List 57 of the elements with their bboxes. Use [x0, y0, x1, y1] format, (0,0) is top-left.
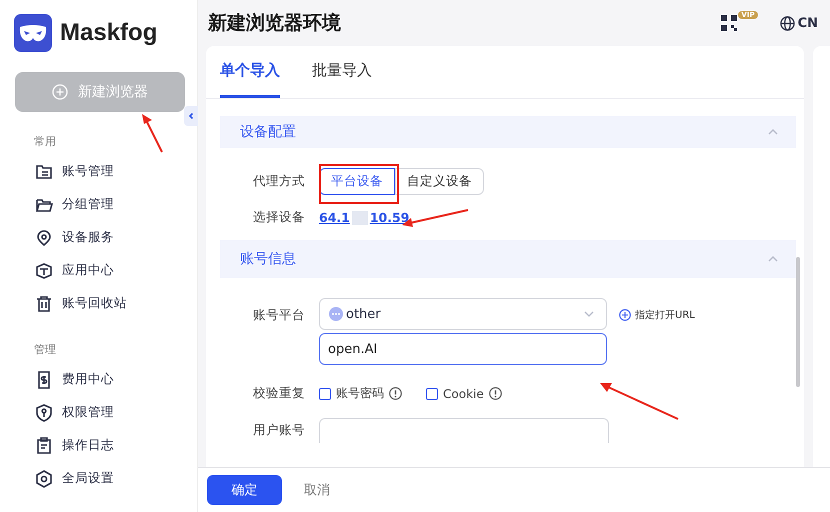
cancel-button[interactable]: 取消: [294, 475, 340, 505]
checkbox-label: Cookie: [443, 386, 484, 400]
section-header[interactable]: 设备配置: [220, 116, 796, 148]
mask-logo-icon: [14, 14, 52, 52]
field-label: 选择设备: [252, 209, 306, 226]
sidebar-item[interactable]: 账号管理: [35, 155, 197, 188]
checkbox-label: 账号密码: [336, 385, 384, 402]
dropdown-caret-icon: [584, 311, 594, 317]
sidebar-item[interactable]: 分组管理: [35, 188, 197, 221]
field-label: 校验重复: [252, 385, 306, 402]
field-label: 用户账号: [252, 422, 306, 439]
open-url-link[interactable]: 指定打开URL: [619, 308, 695, 322]
page-title: 新建浏览器环境: [208, 11, 341, 36]
platform-select[interactable]: other: [319, 298, 607, 330]
info-icon: [488, 387, 502, 400]
collapse-sidebar-button[interactable]: [184, 106, 198, 126]
device-link[interactable]: 64.1 10.59: [319, 210, 410, 225]
clipboard-icon: [35, 436, 53, 454]
section-header[interactable]: 账号信息: [220, 240, 796, 278]
shield-icon: [35, 404, 53, 422]
sidebar-section-title: 常用: [34, 134, 57, 149]
sidebar-item[interactable]: 操作日志: [35, 429, 197, 462]
hexagon-icon: [35, 470, 53, 488]
platform-name-input[interactable]: open.AI: [319, 333, 607, 365]
sidebar-item[interactable]: 费用中心: [35, 363, 197, 396]
tab[interactable]: 批量导入: [312, 46, 372, 98]
brand-name: Maskfog: [60, 19, 158, 47]
sidebar-item[interactable]: 设备服务: [35, 221, 197, 254]
sidebar-section-title: 管理: [34, 342, 57, 357]
language-button[interactable]: CN: [780, 16, 818, 30]
sidebar-item[interactable]: 应用中心: [35, 254, 197, 287]
chevron-icon: [768, 129, 778, 135]
user-account-field[interactable]: [319, 418, 609, 443]
checkbox[interactable]: [426, 388, 438, 400]
list-icon: [35, 162, 53, 180]
proxy-option[interactable]: 自定义设备: [395, 168, 484, 195]
plus-circle-icon: [619, 309, 631, 321]
receipt-icon: [35, 370, 53, 388]
location-pin-icon: [35, 228, 53, 246]
confirm-button[interactable]: 确定: [207, 475, 282, 505]
globe-icon: [780, 16, 795, 30]
info-icon: [389, 387, 402, 400]
more-dots-icon: [329, 307, 343, 321]
cube-icon: [35, 262, 53, 280]
chevron-icon: [768, 256, 778, 262]
field-label: 代理方式: [252, 173, 306, 190]
field-label: 账号平台: [252, 307, 306, 324]
qr-code-icon: [721, 15, 738, 31]
chevron-left-icon: [187, 112, 195, 120]
tab[interactable]: 单个导入: [220, 46, 280, 98]
trash-icon: [35, 294, 53, 312]
sidebar-item[interactable]: 权限管理: [35, 396, 197, 429]
sidebar-item[interactable]: 全局设置: [35, 462, 197, 495]
sidebar-item[interactable]: 账号回收站: [35, 287, 197, 320]
checkbox[interactable]: [319, 388, 331, 400]
proxy-option[interactable]: 平台设备: [319, 168, 395, 195]
plus-circle-icon: [52, 84, 68, 100]
